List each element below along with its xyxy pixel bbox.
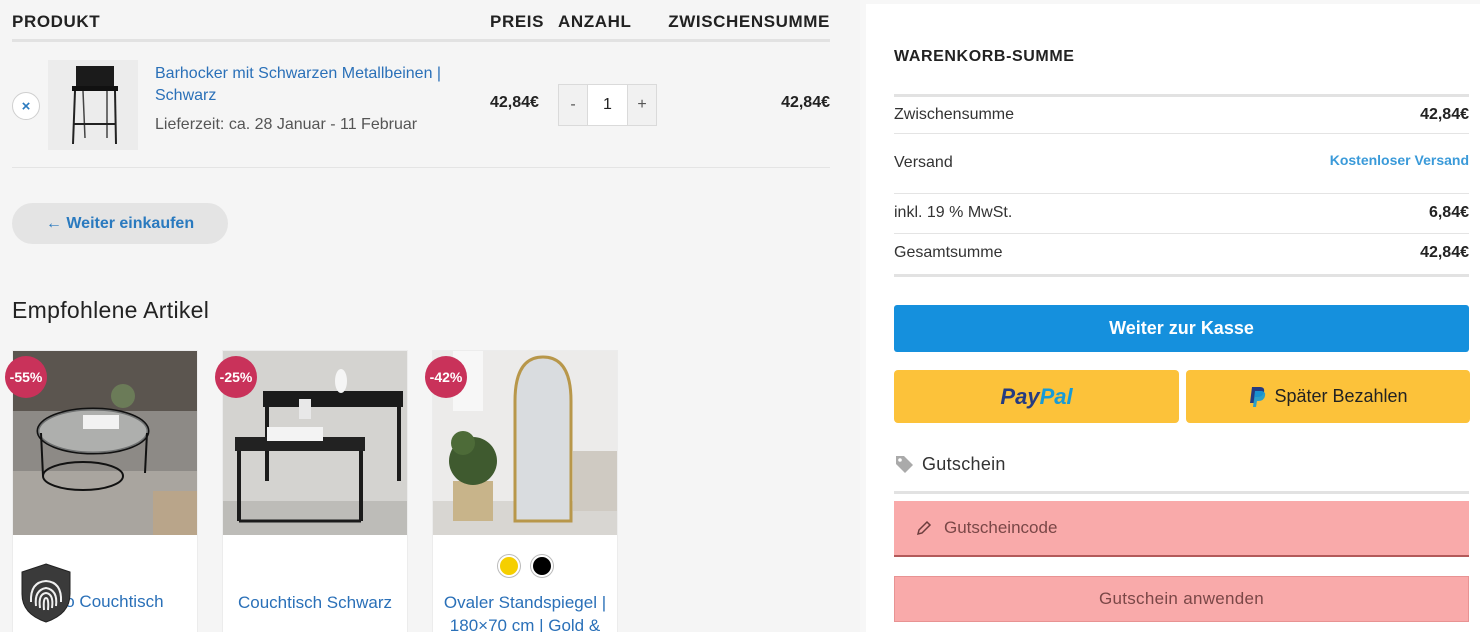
fingerprint-shield-icon[interactable] [18, 562, 74, 624]
header-product: PRODUKT [12, 12, 101, 31]
delivery-time: Lieferzeit: ca. 28 Januar - 11 Februar [155, 116, 418, 133]
summary-row-subtotal: Zwischensumme 42,84€ [894, 94, 1469, 134]
product-card-name[interactable]: Couchtisch Schwarz [223, 591, 407, 614]
quantity-input[interactable]: 1 [587, 85, 628, 125]
summary-row-shipping: Versand Kostenloser Versand [894, 134, 1469, 194]
summary-label: Gesamtsumme [894, 244, 1003, 261]
summary-label: Versand [894, 154, 953, 171]
item-subtotal: 42,84€ [781, 94, 830, 111]
summary-value: 42,84€ [1420, 106, 1469, 123]
pay-later-label: Später Bezahlen [1274, 386, 1408, 406]
item-price: 42,84€ [490, 94, 539, 111]
summary-row-total: Gesamtsumme 42,84€ [894, 234, 1469, 277]
product-thumbnail[interactable] [48, 60, 138, 150]
product-card-name[interactable]: Ovaler Standspiegel | 180×70 cm | Gold & [433, 591, 617, 632]
summary-title: WARENKORB-SUMME [894, 48, 1075, 65]
shipping-option[interactable]: Kostenloser Versand [1330, 152, 1469, 168]
recommended-title: Empfohlene Artikel [12, 297, 210, 323]
paypal-button[interactable]: Pay Pal [894, 370, 1179, 423]
paypal-p-icon [1250, 386, 1266, 407]
header-subtotal: ZWISCHENSUMME [668, 12, 830, 31]
summary-value: 42,84€ [1420, 244, 1469, 261]
summary-value: 6,84€ [1428, 204, 1469, 221]
summary-row-tax: inkl. 19 % MwSt. 6,84€ [894, 194, 1469, 234]
paypal-pay-later-button[interactable]: Später Bezahlen [1186, 370, 1470, 423]
cart-table-header: PRODUKT PREIS ANZAHL ZWISCHENSUMME [12, 10, 830, 42]
coupon-code-input[interactable]: Gutscheincode [894, 501, 1469, 557]
quantity-stepper: - 1 + [558, 84, 657, 126]
apply-coupon-button[interactable]: Gutschein anwenden [894, 576, 1469, 622]
color-swatch-black[interactable] [531, 555, 553, 577]
cart-column: PRODUKT PREIS ANZAHL ZWISCHENSUMME × Bar… [0, 0, 860, 632]
remove-item-button[interactable]: × [12, 92, 40, 120]
summary-label: inkl. 19 % MwSt. [894, 204, 1013, 221]
discount-badge: -42% [425, 356, 467, 398]
checkout-button[interactable]: Weiter zur Kasse [894, 305, 1469, 352]
pencil-icon [916, 520, 932, 536]
paypal-logo-part1: Pay [1000, 383, 1040, 409]
discount-badge: -55% [5, 356, 47, 398]
coupon-section-header[interactable]: Gutschein [894, 454, 1469, 494]
quantity-increase-button[interactable]: + [628, 85, 656, 125]
coupon-placeholder: Gutscheincode [944, 518, 1058, 537]
header-quantity: ANZAHL [558, 12, 632, 31]
coupon-heading: Gutschein [922, 454, 1006, 474]
summary-label: Zwischensumme [894, 106, 1015, 123]
bar-stool-image [72, 66, 118, 145]
product-name-link[interactable]: Barhocker mit Schwarzen Metallbeinen | S… [155, 63, 475, 107]
continue-shopping-button[interactable]: ← Weiter einkaufen [12, 203, 228, 244]
tag-icon [896, 456, 913, 473]
cart-summary-panel: WARENKORB-SUMME Zwischensumme 42,84€ Ver… [866, 4, 1480, 632]
quantity-decrease-button[interactable]: - [559, 85, 587, 125]
discount-badge: -25% [215, 356, 257, 398]
cart-item-row: × Barhocker mit Schwarzen Metallbeinen |… [12, 44, 830, 168]
header-price: PREIS [490, 12, 545, 31]
color-swatch-yellow[interactable] [498, 555, 520, 577]
paypal-logo-part2: Pal [1039, 383, 1073, 409]
